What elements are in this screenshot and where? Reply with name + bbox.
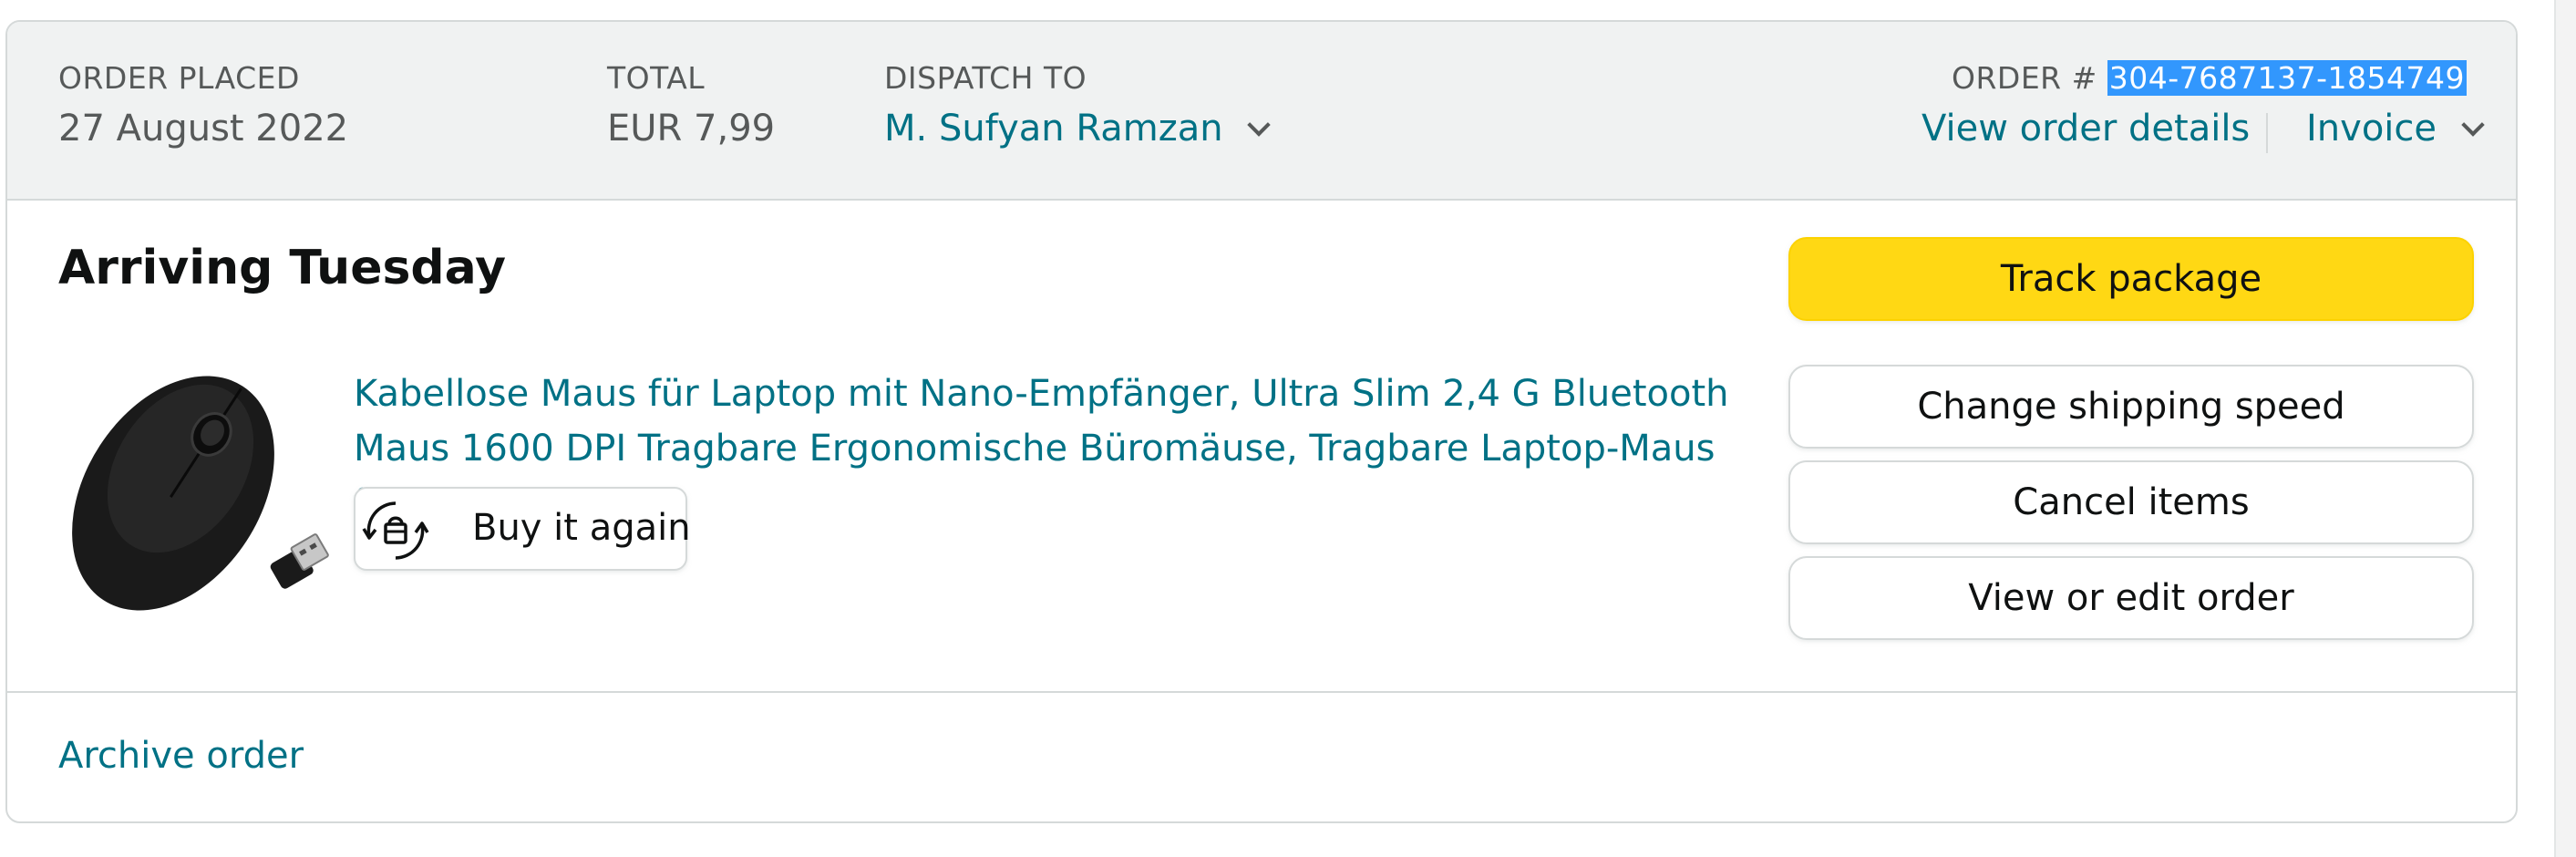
total-value: EUR 7,99 — [607, 108, 776, 150]
product-image[interactable] — [64, 361, 337, 635]
dispatch-to-recipient[interactable]: M. Sufyan Ramzan — [884, 108, 1272, 150]
invoice-dropdown[interactable]: Invoice — [2306, 108, 2485, 150]
dispatch-to-name: M. Sufyan Ramzan — [884, 108, 1223, 150]
buy-it-again-label: Buy it again — [472, 507, 691, 549]
track-package-button[interactable]: Track package — [1788, 237, 2474, 321]
cancel-items-button[interactable]: Cancel items — [1788, 460, 2474, 544]
delivery-status-title: Arriving Tuesday — [58, 241, 507, 295]
order-header: ORDER PLACED 27 August 2022 TOTAL EUR 7,… — [7, 22, 2516, 201]
dispatch-to-label: DISPATCH TO — [884, 60, 1087, 96]
order-placed-label: ORDER PLACED — [58, 60, 300, 96]
total-label: TOTAL — [607, 60, 706, 96]
header-divider — [2266, 113, 2268, 153]
chevron-down-icon — [2461, 113, 2485, 137]
view-or-edit-order-button[interactable]: View or edit order — [1788, 556, 2474, 640]
buy-again-icon — [362, 501, 429, 560]
order-placed-date: 27 August 2022 — [58, 108, 349, 150]
view-order-details-link[interactable]: View order details — [1922, 108, 2250, 150]
chevron-down-icon — [1247, 113, 1272, 137]
order-number-value[interactable]: 304-7687137-1854749 — [2107, 60, 2467, 96]
order-number: ORDER # 304-7687137-1854749 — [1952, 60, 2467, 96]
page-scrollbar[interactable] — [2554, 0, 2576, 857]
buy-it-again-button[interactable]: Buy it again — [354, 487, 691, 571]
archive-order-link[interactable]: Archive order — [58, 735, 304, 777]
order-number-label: ORDER # — [1952, 60, 2097, 96]
change-shipping-speed-button[interactable]: Change shipping speed — [1788, 365, 2474, 449]
order-card: ORDER PLACED 27 August 2022 TOTAL EUR 7,… — [5, 20, 2518, 823]
invoice-label: Invoice — [2306, 108, 2437, 150]
section-divider — [7, 691, 2516, 693]
